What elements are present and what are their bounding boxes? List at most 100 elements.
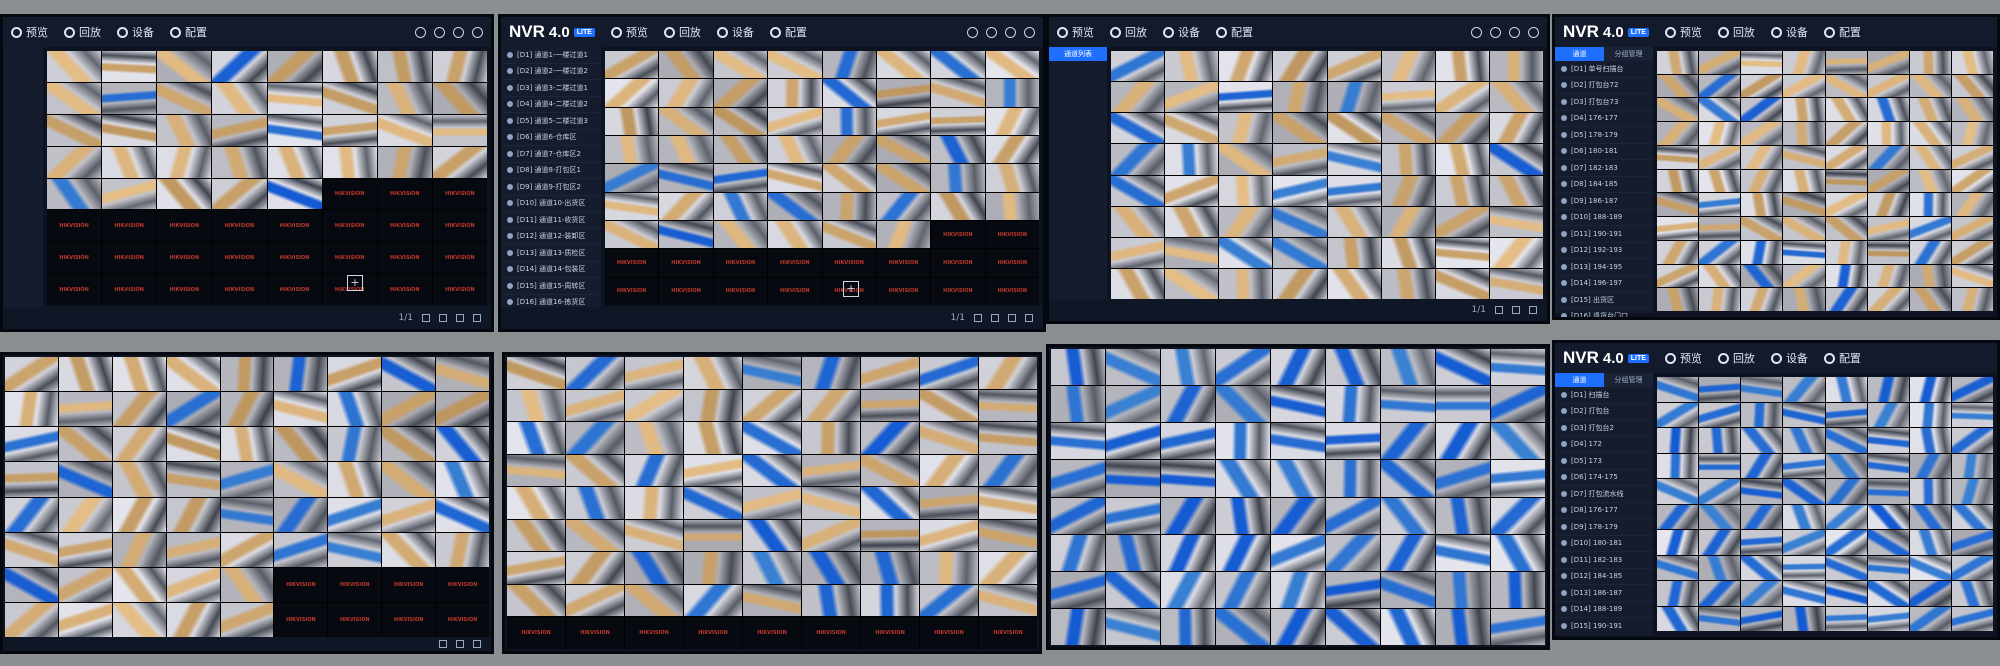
channel-list-item[interactable]: [D3] 打包台73 <box>1555 94 1653 111</box>
nav-preview[interactable]: 预览 <box>11 24 48 40</box>
camera-feed-tile[interactable] <box>1657 402 1699 427</box>
camera-feed-tile[interactable] <box>267 146 322 178</box>
camera-feed-tile[interactable] <box>1909 453 1951 478</box>
camera-feed-tile[interactable] <box>1951 530 1993 555</box>
camera-feed-tile[interactable] <box>822 107 876 135</box>
camera-feed-tile[interactable] <box>1825 169 1867 193</box>
camera-feed-tile[interactable] <box>1699 581 1741 606</box>
channel-list-item[interactable]: [D10] 通道10-出货区 <box>501 196 601 212</box>
camera-feed-tile[interactable] <box>1699 428 1741 453</box>
download-icon[interactable] <box>1005 26 1016 38</box>
camera-feed-tile[interactable] <box>1867 504 1909 529</box>
camera-feed-tile[interactable] <box>1273 237 1327 268</box>
camera-feed-tile[interactable] <box>1327 51 1381 82</box>
camera-feed-tile[interactable] <box>1165 206 1219 237</box>
camera-feed-tile[interactable] <box>1909 606 1951 631</box>
alarm-icon[interactable] <box>986 26 997 38</box>
camera-feed-tile[interactable]: HIKVISION <box>157 242 212 274</box>
camera-feed-tile[interactable] <box>1699 530 1741 555</box>
camera-feed-tile[interactable] <box>1271 386 1325 423</box>
camera-feed-tile[interactable] <box>822 192 876 220</box>
camera-feed-tile[interactable] <box>58 392 112 427</box>
camera-feed-tile[interactable] <box>1657 74 1699 98</box>
camera-feed-tile[interactable] <box>1051 571 1105 608</box>
camera-feed-tile[interactable] <box>507 389 565 422</box>
channel-list-item[interactable]: [D14] 188-189 <box>1555 602 1653 618</box>
camera-feed-tile[interactable] <box>166 392 220 427</box>
camera-feed-tile[interactable]: HIKVISION <box>684 617 742 649</box>
camera-feed-tile[interactable] <box>1783 74 1825 98</box>
camera-feed-tile[interactable] <box>102 51 157 82</box>
camera-feed-tile[interactable] <box>1435 237 1489 268</box>
camera-feed-tile[interactable] <box>1219 175 1273 206</box>
camera-feed-tile[interactable] <box>5 392 58 427</box>
camera-feed-tile[interactable]: HIKVISION <box>267 242 322 274</box>
camera-feed-tile[interactable] <box>1741 377 1783 402</box>
clock-icon[interactable] <box>1471 26 1482 38</box>
tab-group-manage[interactable]: 分组管理 <box>1604 47 1653 61</box>
camera-feed-tile[interactable] <box>985 107 1039 135</box>
camera-feed-tile[interactable]: HIKVISION <box>102 242 157 274</box>
camera-feed-tile[interactable] <box>1326 349 1380 386</box>
camera-feed-tile[interactable] <box>1951 479 1993 504</box>
camera-feed-tile[interactable] <box>822 79 876 107</box>
camera-feed-tile[interactable] <box>1783 402 1825 427</box>
camera-feed-tile[interactable] <box>1165 82 1219 113</box>
alarm-icon[interactable] <box>434 26 445 38</box>
camera-feed-tile[interactable] <box>212 114 267 146</box>
camera-feed-tile[interactable] <box>220 497 274 532</box>
camera-feed-tile[interactable] <box>1783 606 1825 631</box>
camera-feed-tile[interactable] <box>1381 268 1435 299</box>
camera-feed-tile[interactable]: HIKVISION <box>436 567 489 602</box>
camera-feed-tile[interactable] <box>1867 555 1909 580</box>
camera-feed-tile[interactable] <box>1657 145 1699 169</box>
camera-feed-tile[interactable]: HIKVISION <box>985 249 1039 277</box>
camera-feed-tile[interactable]: HIKVISION <box>157 274 212 305</box>
camera-feed-tile[interactable] <box>1657 581 1699 606</box>
camera-feed-tile[interactable] <box>743 389 801 422</box>
camera-feed-tile[interactable] <box>1435 206 1489 237</box>
camera-feed-tile[interactable] <box>1741 581 1783 606</box>
camera-feed-tile[interactable] <box>166 427 220 462</box>
camera-feed-tile[interactable] <box>625 389 683 422</box>
camera-feed-tile[interactable] <box>1951 581 1993 606</box>
camera-feed-tile[interactable] <box>432 114 487 146</box>
camera-feed-tile[interactable] <box>985 51 1039 79</box>
camera-feed-tile[interactable] <box>1216 497 1270 534</box>
camera-feed-tile[interactable]: HIKVISION <box>322 178 377 210</box>
camera-feed-tile[interactable]: HIKVISION <box>876 249 931 277</box>
camera-feed-tile[interactable] <box>1783 555 1825 580</box>
channel-list-item[interactable]: [D16] 退货台门口 <box>1555 309 1653 317</box>
camera-feed-tile[interactable] <box>507 487 565 519</box>
camera-feed-tile[interactable] <box>659 51 713 79</box>
camera-feed-tile[interactable] <box>605 79 659 107</box>
camera-feed-tile[interactable]: HIKVISION <box>979 617 1037 649</box>
camera-feed-tile[interactable] <box>1783 169 1825 193</box>
camera-feed-tile[interactable] <box>1657 98 1699 122</box>
camera-feed-tile[interactable] <box>743 584 801 617</box>
camera-feed-tile[interactable] <box>1381 349 1435 386</box>
camera-feed-tile[interactable] <box>1219 113 1273 144</box>
camera-feed-tile[interactable] <box>920 584 978 617</box>
camera-feed-tile[interactable] <box>5 427 58 462</box>
camera-feed-tile[interactable] <box>274 357 328 392</box>
camera-feed-tile[interactable]: HIKVISION <box>267 274 322 305</box>
camera-feed-tile[interactable] <box>1909 51 1951 74</box>
camera-feed-tile[interactable] <box>1489 268 1543 299</box>
camera-feed-tile[interactable] <box>1741 122 1783 145</box>
camera-feed-tile[interactable] <box>1657 288 1699 311</box>
camera-feed-tile[interactable] <box>566 454 624 487</box>
camera-feed-tile[interactable] <box>112 602 166 637</box>
camera-feed-tile[interactable] <box>5 567 58 602</box>
clock-icon[interactable] <box>967 26 978 38</box>
camera-feed-tile[interactable] <box>1783 504 1825 529</box>
camera-feed-tile[interactable] <box>1436 349 1490 386</box>
camera-feed-tile[interactable]: HIKVISION <box>985 221 1039 249</box>
camera-feed-tile[interactable] <box>713 107 768 135</box>
camera-feed-tile[interactable] <box>1435 51 1489 82</box>
channel-list-item[interactable]: [D13] 通道13-质检区 <box>501 245 601 262</box>
camera-feed-tile[interactable] <box>436 392 489 427</box>
camera-feed-tile[interactable]: HIKVISION <box>47 242 102 274</box>
camera-feed-tile[interactable] <box>328 357 382 392</box>
channel-list-item[interactable]: [D15] 190-191 <box>1555 618 1653 635</box>
